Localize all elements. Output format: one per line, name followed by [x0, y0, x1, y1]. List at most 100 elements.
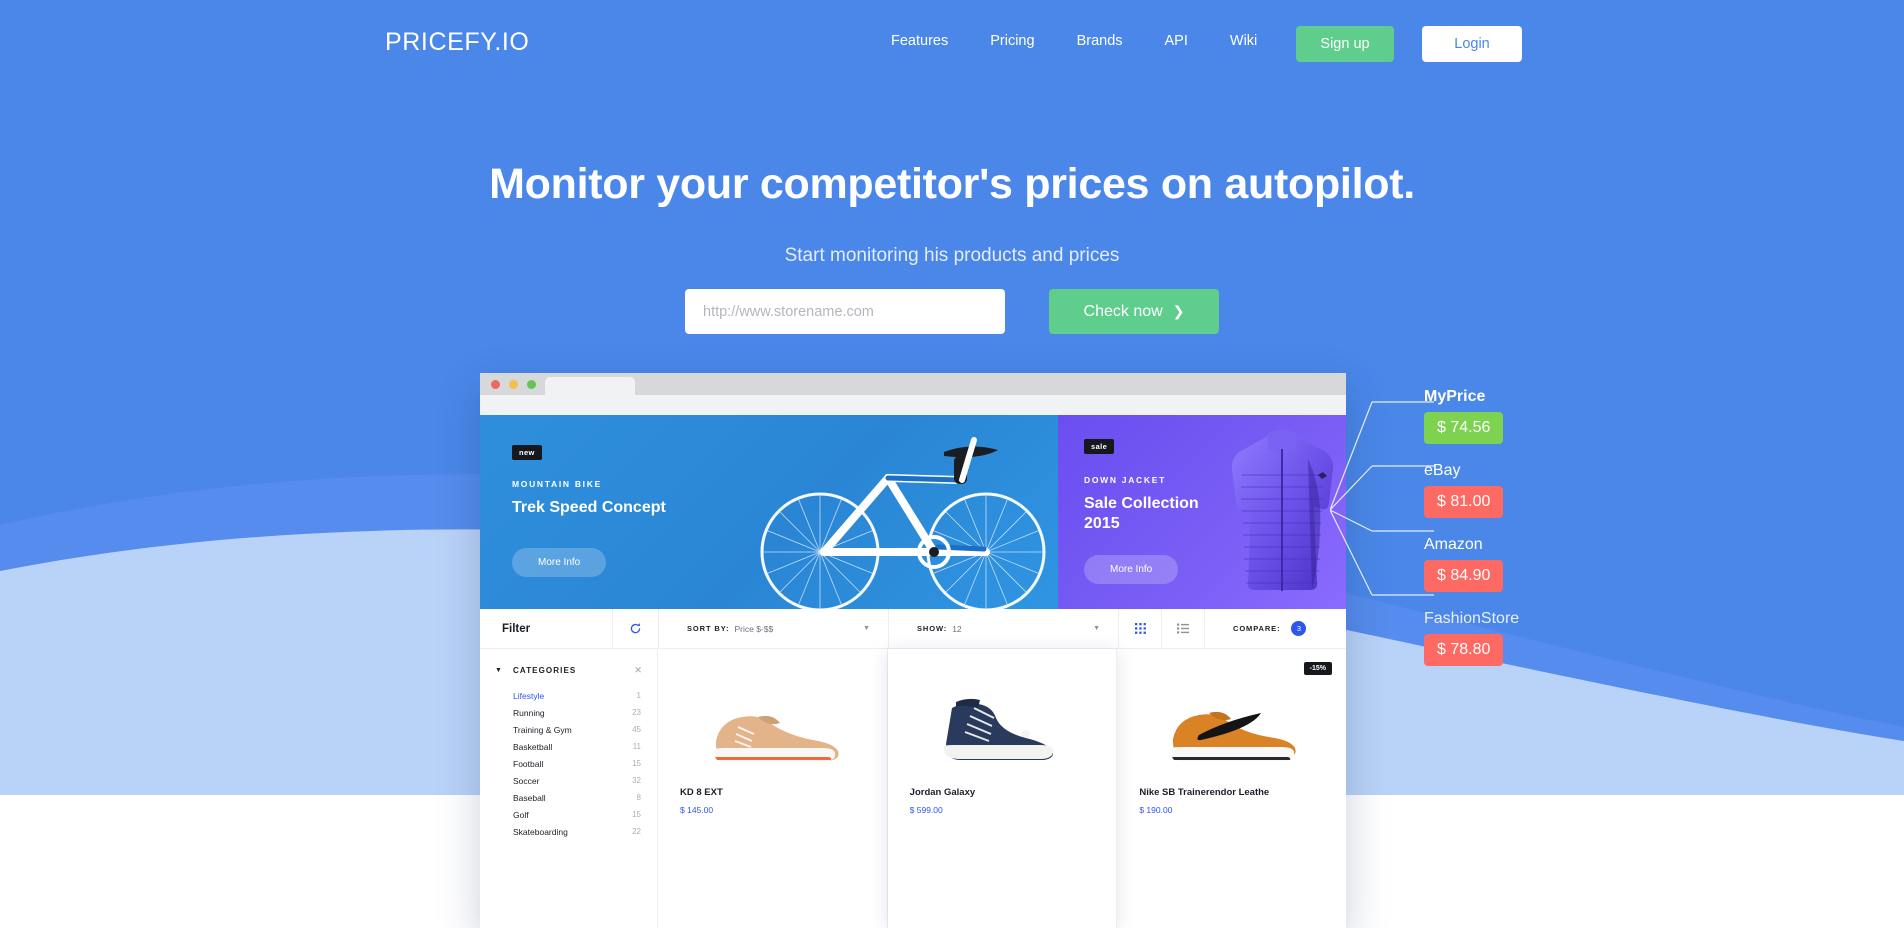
category-item-soccer[interactable]: Soccer 32: [480, 772, 657, 789]
category-count: 23: [632, 708, 641, 717]
nav-item-wiki[interactable]: Wiki: [1209, 33, 1278, 49]
sort-by-label: SORT BY:: [687, 624, 730, 633]
category-item-lifestyle[interactable]: Lifestyle 1: [480, 687, 657, 704]
category-count: 1: [636, 691, 641, 700]
product-name: KD 8 EXT: [680, 787, 723, 798]
navy-sneaker-image: [943, 698, 1053, 760]
category-count: 15: [632, 810, 641, 819]
category-label: Lifestyle: [513, 690, 545, 701]
category-item-baseball[interactable]: Baseball 8: [480, 789, 657, 806]
callout-myprice: MyPrice $ 74.56: [1424, 388, 1519, 444]
product-price: $ 145.00: [680, 805, 714, 815]
browser-titlebar: [480, 373, 1346, 395]
sort-by-dropdown[interactable]: SORT BY: Price $-$$ ▼: [659, 609, 889, 648]
show-value: 12: [952, 623, 962, 634]
categories-heading: CATEGORIES: [513, 666, 577, 675]
shop-toolbar: Filter SORT BY: Price $-$$ ▼ SHOW: 12 ▼: [480, 609, 1346, 649]
banner-kicker-bike: MOUNTAIN BIKE: [512, 479, 602, 489]
product-info-kd8: KD 8 EXT $ 145.00: [658, 779, 887, 815]
product-price: $ 599.00: [909, 805, 943, 815]
close-dot-icon[interactable]: [491, 380, 500, 389]
nav-item-api[interactable]: API: [1144, 33, 1209, 49]
browser-mockup: new MOUNTAIN BIKE Trek Speed Concept Mor…: [480, 373, 1346, 928]
category-count: 22: [632, 827, 641, 836]
browser-addressbar[interactable]: [480, 395, 1346, 415]
maximize-dot-icon[interactable]: [527, 380, 536, 389]
tan-sneaker-image: [713, 715, 839, 762]
refresh-icon: [630, 623, 641, 634]
categories-header[interactable]: ▼ CATEGORIES ✕: [480, 665, 657, 676]
callout-price-badge: $ 74.56: [1424, 412, 1504, 444]
sort-by-value: Price $-$$: [734, 623, 774, 634]
minimize-dot-icon[interactable]: [509, 380, 518, 389]
category-label: Training & Gym: [513, 724, 572, 735]
brand-logo[interactable]: PRICEFY.IO: [385, 28, 529, 57]
close-icon[interactable]: ✕: [634, 665, 643, 676]
compare-label: COMPARE:: [1233, 624, 1281, 633]
browser-tab[interactable]: [545, 377, 635, 395]
banner-tag-new: new: [512, 445, 542, 460]
chevron-down-icon: ▼: [863, 625, 870, 632]
callout-price-badge: $ 78.80: [1424, 634, 1504, 666]
product-info-jordan: Jordan Galaxy $ 599.00: [888, 779, 1117, 815]
callout-label: eBay: [1424, 462, 1461, 479]
category-label: Skateboarding: [513, 826, 568, 837]
nav-item-brands[interactable]: Brands: [1056, 33, 1144, 49]
product-card-nike-sb[interactable]: -15% Nike SB Trainerendor Leathe $ 190.0…: [1117, 649, 1346, 928]
banner-more-info-bike[interactable]: More Info: [512, 548, 607, 577]
refresh-button[interactable]: [613, 609, 659, 648]
check-now-label: Check now: [1083, 302, 1163, 320]
category-label: Soccer: [513, 775, 540, 786]
price-comparison-callouts: MyPrice $ 74.56 eBay $ 81.00 Amazon $ 84…: [1424, 388, 1519, 684]
category-count: 15: [632, 759, 641, 768]
banner-row: new MOUNTAIN BIKE Trek Speed Concept Mor…: [480, 415, 1346, 609]
callout-fashionstore: FashionStore $ 78.80: [1424, 610, 1519, 666]
grid-view-button[interactable]: [1119, 609, 1162, 648]
product-name: Jordan Galaxy: [909, 787, 976, 798]
category-item-basketball[interactable]: Basketball 11: [480, 738, 657, 755]
callout-label: FashionStore: [1424, 610, 1520, 627]
category-item-golf[interactable]: Golf 15: [480, 806, 657, 823]
discount-badge: -15%: [1303, 662, 1333, 675]
category-item-football[interactable]: Football 15: [480, 755, 657, 772]
compare-count-badge: 3: [1291, 621, 1307, 636]
nav-item-pricing[interactable]: Pricing: [969, 33, 1055, 49]
store-url-input[interactable]: [685, 289, 1005, 334]
nav-item-features[interactable]: Features: [870, 33, 969, 49]
banner-mountain-bike[interactable]: new MOUNTAIN BIKE Trek Speed Concept Mor…: [480, 415, 1058, 609]
compare-control[interactable]: COMPARE: 3: [1205, 609, 1346, 648]
product-image-jordan: [888, 649, 1117, 779]
callout-price-badge: $ 81.00: [1424, 486, 1504, 518]
down-jacket-image: [1231, 429, 1334, 591]
category-count: 45: [632, 725, 641, 734]
login-button[interactable]: Login: [1422, 26, 1522, 62]
category-label: Golf: [513, 809, 529, 820]
banner-more-info-jacket[interactable]: More Info: [1084, 555, 1179, 584]
filter-button[interactable]: Filter: [480, 609, 613, 648]
product-card-jordan-galaxy[interactable]: Jordan Galaxy $ 599.00: [887, 649, 1118, 928]
category-label: Basketball: [513, 741, 553, 752]
shop-body: ▼ CATEGORIES ✕ Lifestyle 1 Running 23 Tr…: [480, 649, 1346, 928]
banner-down-jacket[interactable]: sale DOWN JACKET Sale Collection 2015 Mo…: [1058, 415, 1346, 609]
callout-price-badge: $ 84.90: [1424, 560, 1504, 592]
filter-sidebar: ▼ CATEGORIES ✕ Lifestyle 1 Running 23 Tr…: [480, 649, 658, 928]
page-title: Monitor your competitor's prices on auto…: [489, 160, 1415, 208]
product-image-kd8: [658, 649, 887, 779]
chevron-down-icon: ▼: [495, 667, 504, 674]
category-item-running[interactable]: Running 23: [480, 704, 657, 721]
sign-up-button[interactable]: Sign up: [1296, 26, 1394, 62]
show-label: SHOW:: [917, 624, 948, 633]
check-now-button[interactable]: Check now ❯: [1049, 289, 1219, 334]
category-item-training-gym[interactable]: Training & Gym 45: [480, 721, 657, 738]
category-item-skateboarding[interactable]: Skateboarding 22: [480, 823, 657, 840]
show-count-dropdown[interactable]: SHOW: 12 ▼: [889, 609, 1119, 648]
mountain-bike-image: [760, 437, 1046, 609]
orange-sneaker-image: [1170, 711, 1296, 761]
store-url-form: Check now ❯: [685, 289, 1219, 334]
product-card-kd8-ext[interactable]: KD 8 EXT $ 145.00: [658, 649, 888, 928]
category-label: Football: [513, 758, 544, 769]
category-count: 8: [636, 793, 641, 802]
product-info-nike-sb: Nike SB Trainerendor Leathe $ 190.00: [1117, 779, 1346, 815]
nav-links: Features Pricing Brands API Wiki Blog: [870, 33, 1349, 49]
list-view-button[interactable]: [1162, 609, 1205, 648]
